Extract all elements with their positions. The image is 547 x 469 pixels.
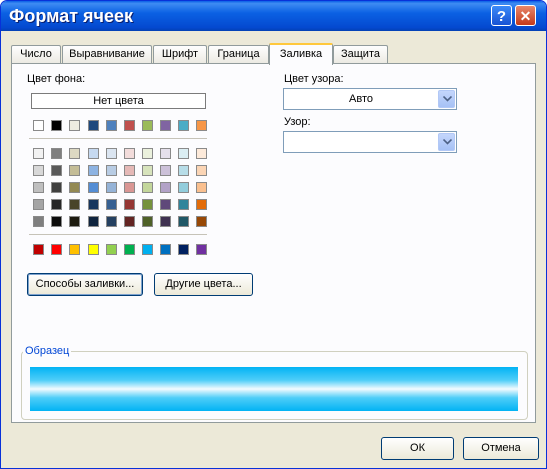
tint-color-swatch[interactable] (160, 216, 171, 227)
cancel-button[interactable]: Отмена (463, 437, 539, 460)
theme-color-swatch[interactable] (51, 120, 62, 131)
tint-color-swatch[interactable] (51, 165, 62, 176)
tint-color-swatch[interactable] (88, 216, 99, 227)
pattern-color-select[interactable]: Авто (283, 88, 457, 110)
tint-color-swatch[interactable] (196, 182, 207, 193)
palette-divider (29, 138, 207, 139)
tint-color-swatch[interactable] (196, 165, 207, 176)
tint-color-swatch[interactable] (33, 182, 44, 193)
theme-color-swatch[interactable] (160, 120, 171, 131)
standard-color-swatch[interactable] (106, 244, 117, 255)
tint-color-swatch[interactable] (160, 182, 171, 193)
fill-effects-button[interactable]: Способы заливки... (27, 273, 143, 296)
pattern-color-value: Авто (349, 93, 373, 105)
tab-alignment[interactable]: Выравнивание (62, 45, 152, 63)
ok-button[interactable]: ОК (381, 437, 454, 460)
tint-color-swatch[interactable] (124, 182, 135, 193)
tint-color-swatch[interactable] (33, 148, 44, 159)
tint-color-swatch[interactable] (69, 148, 80, 159)
theme-color-swatch[interactable] (106, 120, 117, 131)
no-color-button[interactable]: Нет цвета (31, 93, 206, 109)
tint-color-swatch[interactable] (142, 165, 153, 176)
theme-color-swatch[interactable] (196, 120, 207, 131)
tab-border[interactable]: Граница (208, 45, 269, 63)
tint-color-swatch[interactable] (51, 182, 62, 193)
tint-color-swatch[interactable] (124, 148, 135, 159)
tint-color-swatch[interactable] (142, 216, 153, 227)
more-colors-button[interactable]: Другие цвета... (154, 273, 253, 296)
close-button[interactable]: ✕ (515, 5, 536, 26)
tint-color-swatch[interactable] (88, 165, 99, 176)
standard-color-swatch[interactable] (69, 244, 80, 255)
tint-color-swatch[interactable] (124, 199, 135, 210)
tab-number[interactable]: Число (11, 45, 61, 63)
pattern-style-label: Узор: (284, 116, 311, 128)
tint-color-swatch[interactable] (196, 199, 207, 210)
theme-color-swatch[interactable] (142, 120, 153, 131)
help-button[interactable]: ? (491, 5, 512, 26)
tint-color-swatch[interactable] (106, 216, 117, 227)
tab-font[interactable]: Шрифт (153, 45, 207, 63)
palette-divider (29, 234, 207, 235)
tint-color-swatch[interactable] (51, 148, 62, 159)
chevron-down-icon[interactable] (438, 133, 455, 151)
tint-color-swatch[interactable] (178, 165, 189, 176)
tint-color-swatch[interactable] (33, 165, 44, 176)
tint-color-swatch[interactable] (178, 216, 189, 227)
tint-color-swatch[interactable] (33, 199, 44, 210)
theme-color-swatch[interactable] (88, 120, 99, 131)
tint-color-swatch[interactable] (88, 199, 99, 210)
tint-color-swatch[interactable] (88, 182, 99, 193)
format-cells-dialog: Формат ячеек ? ✕ Число Выравнивание Шриф… (0, 0, 547, 469)
standard-color-swatch[interactable] (33, 244, 44, 255)
theme-color-swatch[interactable] (178, 120, 189, 131)
tint-color-swatch[interactable] (69, 216, 80, 227)
standard-color-swatch[interactable] (124, 244, 135, 255)
standard-color-swatch[interactable] (178, 244, 189, 255)
tint-color-swatch[interactable] (106, 182, 117, 193)
sample-preview (30, 367, 518, 411)
theme-color-swatch[interactable] (69, 120, 80, 131)
tint-color-swatch[interactable] (178, 148, 189, 159)
tint-color-swatch[interactable] (33, 216, 44, 227)
standard-color-swatch[interactable] (142, 244, 153, 255)
tab-fill[interactable]: Заливка (269, 43, 333, 65)
tint-color-swatch[interactable] (160, 148, 171, 159)
tint-color-swatch[interactable] (160, 165, 171, 176)
pattern-style-select[interactable] (283, 131, 457, 153)
tint-color-swatch[interactable] (124, 165, 135, 176)
dialog-title: Формат ячеек (9, 6, 134, 26)
title-bar: Формат ячеек ? ✕ (1, 1, 546, 31)
tint-color-swatch[interactable] (69, 165, 80, 176)
standard-color-swatch[interactable] (160, 244, 171, 255)
tint-color-swatch[interactable] (142, 148, 153, 159)
chevron-down-icon[interactable] (438, 90, 455, 108)
tab-protection[interactable]: Защита (333, 45, 388, 63)
tint-color-swatch[interactable] (196, 216, 207, 227)
tint-color-swatch[interactable] (178, 182, 189, 193)
tint-color-swatch[interactable] (106, 165, 117, 176)
standard-color-swatch[interactable] (51, 244, 62, 255)
pattern-color-label: Цвет узора: (284, 73, 344, 85)
standard-color-swatch[interactable] (196, 244, 207, 255)
tint-color-swatch[interactable] (88, 148, 99, 159)
theme-color-swatch[interactable] (124, 120, 135, 131)
tint-color-swatch[interactable] (142, 182, 153, 193)
background-color-label: Цвет фона: (27, 73, 86, 85)
tint-color-swatch[interactable] (196, 148, 207, 159)
theme-color-swatch[interactable] (33, 120, 44, 131)
tint-color-swatch[interactable] (160, 199, 171, 210)
tint-color-swatch[interactable] (69, 182, 80, 193)
tint-color-swatch[interactable] (178, 199, 189, 210)
tint-color-swatch[interactable] (124, 216, 135, 227)
sample-label: Образец (23, 345, 72, 357)
tint-color-swatch[interactable] (106, 199, 117, 210)
standard-color-swatch[interactable] (88, 244, 99, 255)
tint-color-swatch[interactable] (142, 199, 153, 210)
tint-color-swatch[interactable] (51, 199, 62, 210)
tint-color-swatch[interactable] (51, 216, 62, 227)
tint-color-swatch[interactable] (69, 199, 80, 210)
tint-color-swatch[interactable] (106, 148, 117, 159)
